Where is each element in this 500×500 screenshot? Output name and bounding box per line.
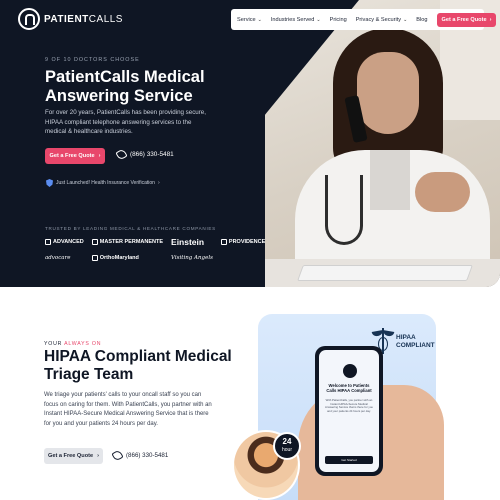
phone-icon	[111, 449, 124, 462]
hero-quote-button[interactable]: Get a Free Quote ›	[45, 148, 105, 164]
nav-item-pricing[interactable]: Pricing	[330, 17, 347, 23]
triage-phone-link[interactable]: (866) 330-5481	[111, 449, 168, 462]
partner-logo-advanced: ADVANCED	[45, 239, 84, 245]
triage-eyebrow: YOUR ALWAYS ON	[44, 341, 102, 347]
hero-title: PatientCalls Medical Answering Service	[45, 68, 205, 105]
screen-body: With PatientCalls, you partner with an I…	[325, 398, 373, 413]
site-logo[interactable]: PATIENTCALLS	[18, 8, 123, 30]
partner-logo-orthomaryland: OrthoMaryland	[91, 255, 163, 261]
phone-screen: Welcome to Patients Calls HIPAA Complian…	[319, 350, 379, 472]
chevron-down-icon: ⌄	[316, 16, 321, 23]
chevron-right-icon: ›	[157, 180, 160, 186]
nav-item-industries[interactable]: Industries Served ⌄	[271, 17, 321, 23]
nav-item-blog[interactable]: Blog	[416, 17, 427, 23]
trusted-heading: TRUSTED BY LEADING MEDICAL & HEALTHCARE …	[45, 226, 216, 231]
triage-body: We triage your patients' calls to your o…	[44, 392, 212, 427]
hero-section: PATIENTCALLS Service ⌄ Industries Served ⌄…	[0, 0, 500, 287]
partner-logo-einstein: Einstein	[171, 237, 205, 247]
shield-icon	[46, 179, 53, 187]
24-hour-badge: 24 hour	[273, 432, 301, 460]
phone-mockup: Welcome to Patients Calls HIPAA Complian…	[315, 346, 383, 476]
hipaa-compliant-label: HIPAA COMPLIANT	[396, 334, 435, 349]
nav-quote-button[interactable]: Get a Free Quote ›	[436, 12, 497, 27]
triage-quote-button[interactable]: Get a Free Quote ›	[44, 448, 103, 464]
hero-lead: For over 20 years, PatientCalls has been…	[45, 109, 206, 136]
chevron-right-icon: ›	[97, 453, 99, 459]
phone-icon	[115, 148, 128, 161]
app-logo-icon	[343, 364, 357, 378]
chevron-down-icon: ⌄	[257, 16, 262, 23]
hero-doctor-photo	[265, 0, 500, 287]
page: PATIENTCALLS Service ⌄ Industries Served ⌄…	[0, 0, 500, 500]
logo-icon	[18, 8, 40, 30]
logo-text: PATIENTCALLS	[44, 13, 123, 25]
verification-link[interactable]: Just Launched! Health Insurance Verifica…	[46, 179, 160, 187]
chevron-down-icon: ⌄	[403, 16, 408, 23]
chevron-right-icon: ›	[98, 153, 101, 159]
hero-phone-link[interactable]: (866) 330-5481	[115, 148, 174, 161]
partner-logos: ADVANCED MASTER PERMANENTE Einstein PROV…	[45, 237, 265, 261]
partner-logo-permanente: MASTER PERMANENTE	[91, 239, 163, 245]
main-nav: Service ⌄ Industries Served ⌄ Pricing Priv…	[231, 9, 497, 30]
nav-item-privacy[interactable]: Privacy & Security ⌄	[356, 17, 408, 23]
nav-item-service[interactable]: Service ⌄	[237, 17, 262, 23]
screen-title: Welcome to Patients Calls HIPAA Complian…	[326, 383, 372, 394]
partner-logo-advocare: advocare	[45, 255, 71, 261]
hero-eyebrow: 9 OF 10 DOCTORS CHOOSE	[45, 57, 140, 63]
partner-logo-providence: PROVIDENCE	[220, 239, 265, 245]
chevron-right-icon: ›	[489, 16, 492, 23]
screen-get-started-button: Get Started	[325, 456, 373, 464]
triage-title: HIPAA Compliant Medical Triage Team	[44, 348, 232, 383]
partner-logo-visiting-angels: Visiting Angels	[171, 255, 213, 261]
